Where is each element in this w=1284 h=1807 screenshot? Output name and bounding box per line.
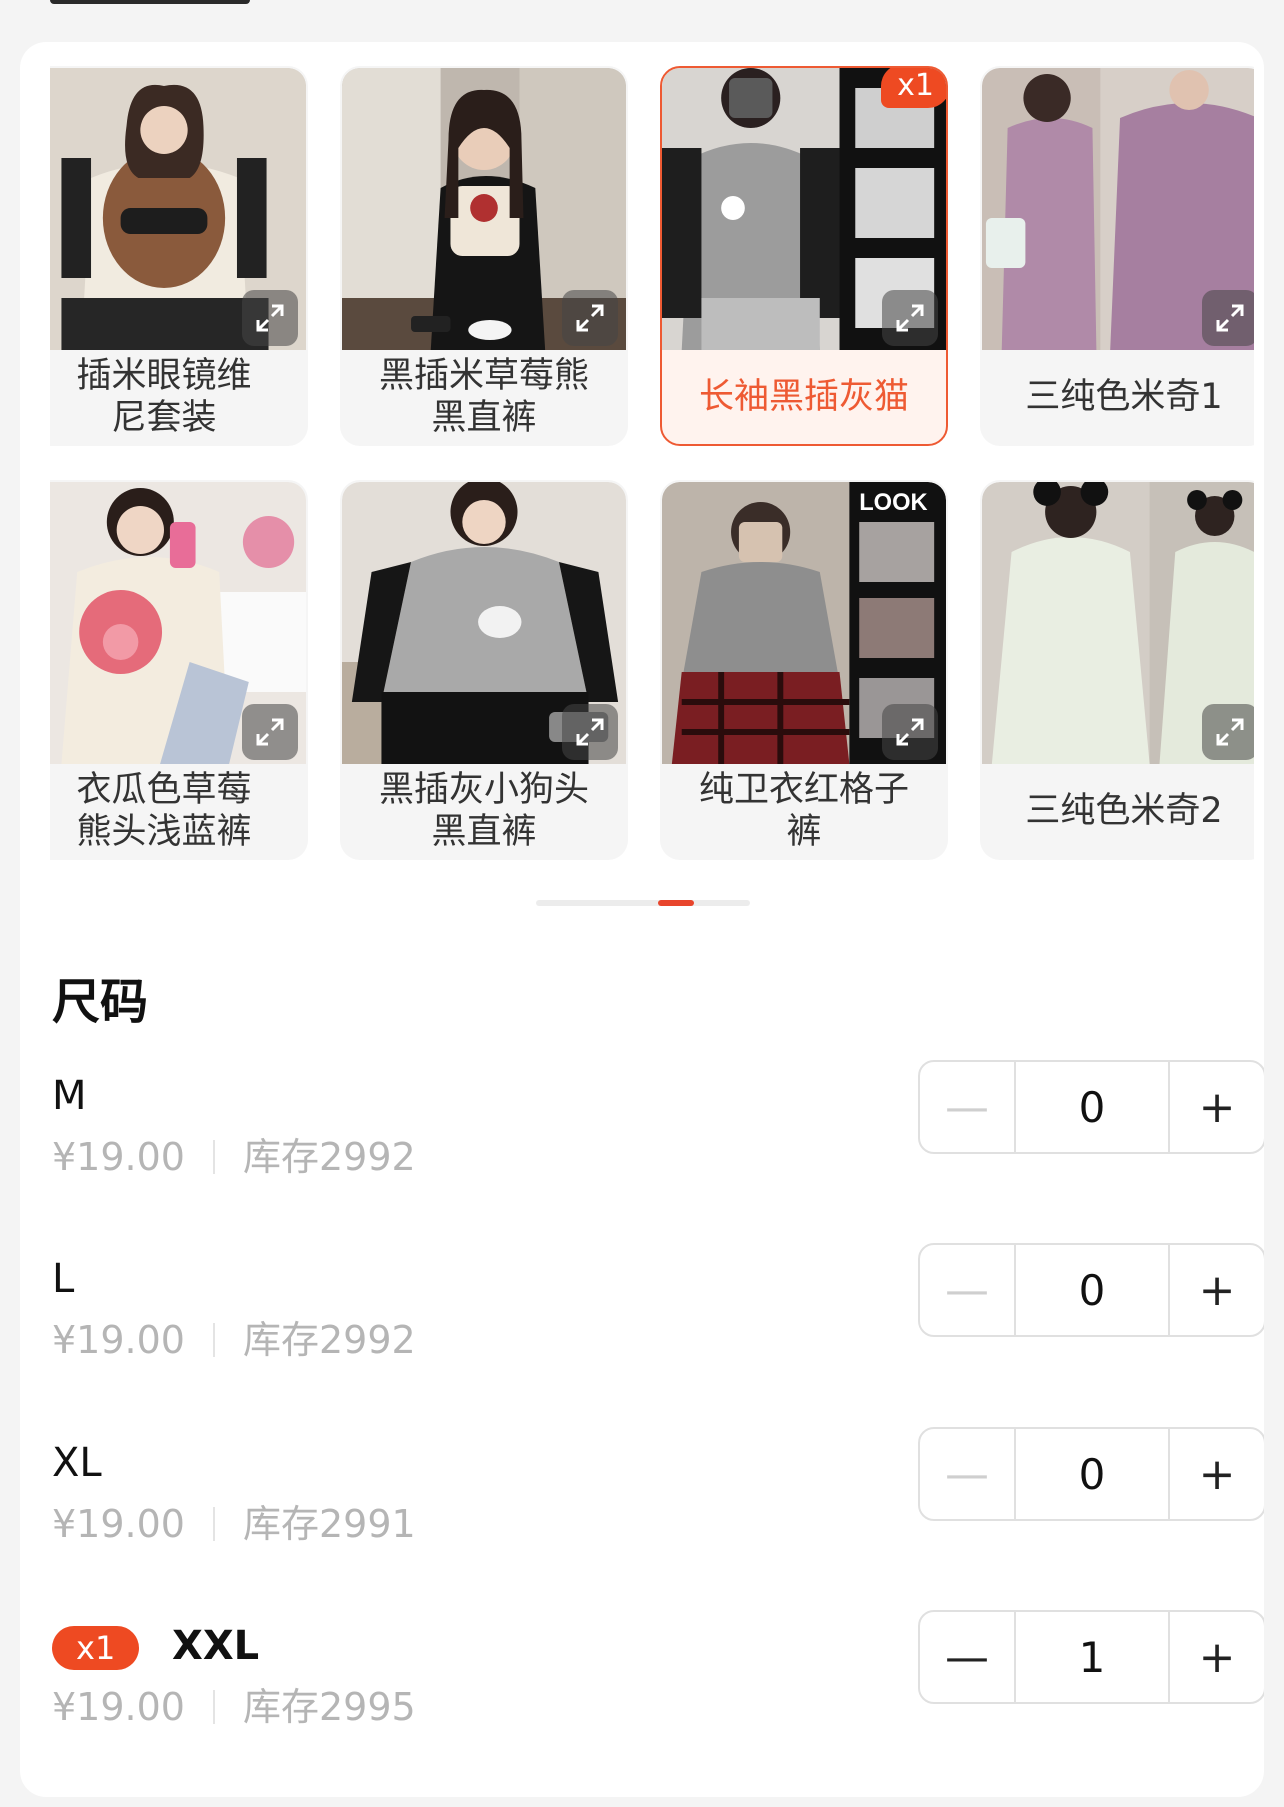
minus-icon[interactable]: — bbox=[920, 1245, 1014, 1335]
variant-label: 长袖黑插灰猫 bbox=[698, 377, 909, 417]
size-meta: ¥19.00 库存2992 bbox=[52, 1132, 416, 1182]
quantity-value[interactable]: 0 bbox=[1014, 1245, 1170, 1335]
quantity-stepper: — 1 + bbox=[918, 1610, 1264, 1704]
variant-tile[interactable]: LOOK 纯卫衣红格子 裤 bbox=[660, 480, 948, 860]
size-stock: 库存2991 bbox=[242, 1502, 416, 1546]
variant-tile[interactable]: 三纯色米奇2 bbox=[980, 480, 1254, 860]
variant-tile[interactable]: 黑插灰小狗头 黑直裤 bbox=[340, 480, 628, 860]
pager-active-indicator bbox=[658, 900, 694, 906]
expand-icon[interactable] bbox=[882, 290, 938, 346]
minus-icon[interactable]: — bbox=[920, 1612, 1014, 1702]
minus-icon[interactable]: — bbox=[920, 1429, 1014, 1519]
size-section-title: 尺码 bbox=[52, 974, 149, 1030]
expand-icon[interactable] bbox=[1202, 704, 1254, 760]
size-row-l: L ¥19.00 库存2992 — 0 + bbox=[52, 1243, 1264, 1365]
variant-label: 三纯色米奇1 bbox=[1025, 377, 1223, 417]
quantity-value[interactable]: 1 bbox=[1014, 1612, 1170, 1702]
variant-tile[interactable]: 插米眼镜维 尼套装 bbox=[50, 66, 308, 446]
expand-icon[interactable] bbox=[1202, 290, 1254, 346]
quantity-value[interactable]: 0 bbox=[1014, 1429, 1170, 1519]
divider bbox=[212, 1690, 215, 1724]
look-text: LOOK bbox=[859, 489, 927, 516]
size-name: XL bbox=[52, 1440, 102, 1486]
size-name: L bbox=[52, 1256, 75, 1302]
size-stock: 库存2995 bbox=[242, 1685, 416, 1729]
plus-icon[interactable]: + bbox=[1170, 1612, 1264, 1702]
size-name: M bbox=[52, 1073, 87, 1119]
variant-label: 三纯色米奇2 bbox=[1025, 791, 1223, 831]
variant-tile[interactable]: 黑插米草莓熊 黑直裤 bbox=[340, 66, 628, 446]
plus-icon[interactable]: + bbox=[1170, 1245, 1264, 1335]
variant-grid: 插米眼镜维 尼套装 黑插米草莓熊 黑直裤 x1 长袖黑插灰猫 三纯色米奇1 衣瓜… bbox=[50, 66, 1254, 860]
size-count-badge: x1 bbox=[52, 1626, 140, 1670]
variant-label: 衣瓜色草莓 熊头浅蓝裤 bbox=[76, 770, 252, 852]
size-price: ¥19.00 bbox=[52, 1135, 185, 1179]
plus-icon[interactable]: + bbox=[1170, 1429, 1264, 1519]
divider bbox=[212, 1140, 215, 1174]
quantity-stepper: — 0 + bbox=[918, 1060, 1264, 1154]
expand-icon[interactable] bbox=[562, 704, 618, 760]
quantity-stepper: — 0 + bbox=[918, 1427, 1264, 1521]
minus-icon[interactable]: — bbox=[920, 1062, 1014, 1152]
size-price: ¥19.00 bbox=[52, 1502, 185, 1546]
expand-icon[interactable] bbox=[882, 704, 938, 760]
size-price: ¥19.00 bbox=[52, 1318, 185, 1362]
variant-tile[interactable]: 衣瓜色草莓 熊头浅蓝裤 bbox=[50, 480, 308, 860]
size-price: ¥19.00 bbox=[52, 1685, 185, 1729]
variant-label: 黑插米草莓熊 黑直裤 bbox=[378, 356, 589, 438]
size-row-xl: XL ¥19.00 库存2991 — 0 + bbox=[52, 1427, 1264, 1549]
size-row-xxl: x1 XXL ¥19.00 库存2995 — 1 + bbox=[52, 1610, 1264, 1732]
size-meta: ¥19.00 库存2992 bbox=[52, 1315, 416, 1365]
top-handle bbox=[50, 0, 250, 4]
carousel-pager bbox=[536, 900, 750, 906]
quantity-stepper: — 0 + bbox=[918, 1243, 1264, 1337]
expand-icon[interactable] bbox=[242, 704, 298, 760]
divider bbox=[212, 1323, 215, 1357]
size-meta: ¥19.00 库存2995 bbox=[52, 1682, 416, 1732]
selected-count-badge: x1 bbox=[881, 68, 946, 108]
quantity-value[interactable]: 0 bbox=[1014, 1062, 1170, 1152]
size-stock: 库存2992 bbox=[242, 1318, 416, 1362]
divider bbox=[212, 1507, 215, 1541]
variant-label: 纯卫衣红格子 裤 bbox=[698, 770, 909, 852]
variant-carousel[interactable]: 插米眼镜维 尼套装 黑插米草莓熊 黑直裤 x1 长袖黑插灰猫 三纯色米奇1 衣瓜… bbox=[50, 66, 1254, 912]
size-stock: 库存2992 bbox=[242, 1135, 416, 1179]
variant-tile[interactable]: 三纯色米奇1 bbox=[980, 66, 1254, 446]
size-meta: ¥19.00 库存2991 bbox=[52, 1499, 416, 1549]
variant-label: 黑插灰小狗头 黑直裤 bbox=[378, 770, 589, 852]
size-row-m: M ¥19.00 库存2992 — 0 + bbox=[52, 1060, 1264, 1182]
variant-label: 插米眼镜维 尼套装 bbox=[76, 356, 252, 438]
expand-icon[interactable] bbox=[562, 290, 618, 346]
plus-icon[interactable]: + bbox=[1170, 1062, 1264, 1152]
sku-selector-card: 插米眼镜维 尼套装 黑插米草莓熊 黑直裤 x1 长袖黑插灰猫 三纯色米奇1 衣瓜… bbox=[20, 42, 1264, 1797]
variant-tile-selected[interactable]: x1 长袖黑插灰猫 bbox=[660, 66, 948, 446]
expand-icon[interactable] bbox=[242, 290, 298, 346]
size-name: XXL bbox=[172, 1623, 260, 1669]
